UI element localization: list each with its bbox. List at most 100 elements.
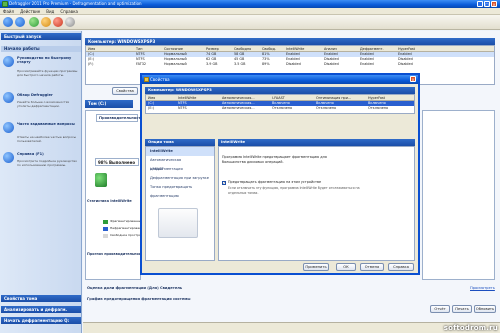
drive-illustration-icon xyxy=(158,208,198,238)
watermark: softodrom.ru xyxy=(443,324,498,332)
menu-help[interactable]: Справка xyxy=(57,8,81,15)
help-button[interactable]: Справка xyxy=(388,263,414,271)
dialog-computer-header: Компьютер: WINDOWSXPSP3 xyxy=(145,87,415,94)
quickstart-desc: Просматривайте функции программы для быс… xyxy=(17,69,78,77)
close-icon[interactable]: × xyxy=(491,1,497,7)
help-icon xyxy=(3,152,14,163)
menubar: Файл Действие Вид Справка xyxy=(0,8,500,15)
right-info-panel xyxy=(422,110,495,280)
menu-file[interactable]: Файл xyxy=(0,8,17,15)
checkbox-label: Предотвращать фрагментацию на этом устро… xyxy=(228,180,322,184)
statusbar xyxy=(83,322,500,333)
drive-status-icon xyxy=(95,173,107,187)
guide-icon xyxy=(3,56,14,67)
analyze-defrag-item[interactable]: Анализировать и дефрагм. xyxy=(1,306,81,313)
dialog-close-icon[interactable]: × xyxy=(410,76,416,82)
options-header: Опции тома xyxy=(145,139,215,146)
forward-icon[interactable] xyxy=(15,17,25,27)
properties-dialog: Свойства × Компьютер: WINDOWSXPSP3 Имя In… xyxy=(140,73,420,275)
dialog-grid: Имя IntelliWrite Автоматическая... I-FAAST О… xyxy=(145,94,415,114)
menu-action[interactable]: Действие xyxy=(17,8,43,15)
maximize-icon[interactable]: □ xyxy=(484,1,490,7)
option-prevent-frag[interactable]: Тонко предотвращать фрагментацию xyxy=(146,183,214,198)
option-intelliwrite[interactable]: IntelliWrite xyxy=(146,147,214,156)
analyze-icon[interactable] xyxy=(29,17,39,27)
detail-note: Если отключить эту функцию, программа In… xyxy=(228,186,360,195)
ok-button[interactable]: ОК xyxy=(336,263,356,271)
window-title: Defraggler 2011 Pro Premium - Defragment… xyxy=(9,1,142,6)
cell: (E:) xyxy=(148,106,154,110)
legend-free: Свободное пространство xyxy=(110,233,140,237)
window-titlebar[interactable]: Defraggler 2011 Pro Premium - Defragment… xyxy=(0,0,500,8)
overview-icon xyxy=(3,92,14,103)
legend-swatch-frag xyxy=(103,220,108,224)
cell: 3.9 GB xyxy=(206,62,218,66)
menu-view[interactable]: Вид xyxy=(43,8,57,15)
help-desc: Просмотрите подробное руководство по исп… xyxy=(17,159,77,167)
help-link[interactable]: Справка (F1) xyxy=(17,152,79,156)
legend-frag: Фрагментированные файлы xyxy=(110,219,140,223)
report-button[interactable]: Отчёт xyxy=(430,305,450,313)
cell: Disabled xyxy=(286,62,301,66)
cell: 89% xyxy=(262,62,270,66)
legend-swatch-free xyxy=(103,234,108,238)
view-link[interactable]: Просмотреть xyxy=(470,286,495,290)
faq-link[interactable]: Часто задаваемые вопросы xyxy=(17,122,79,126)
properties-button[interactable]: Свойства xyxy=(112,87,138,95)
option-boot-defrag[interactable]: Дефрагментация при загрузке xyxy=(146,174,214,183)
cell: Отключено xyxy=(368,106,389,110)
fragmentation-estimate-label: Оценка доли фрагментации (Для) Свидетель xyxy=(87,286,183,290)
cell: Enabled xyxy=(360,62,374,66)
dialog-titlebar[interactable]: Свойства xyxy=(142,75,418,84)
faq-icon xyxy=(3,122,14,133)
print-button[interactable]: Печать xyxy=(452,305,472,313)
cell: Отключено xyxy=(316,106,337,110)
volume-tab[interactable]: Том (C:) xyxy=(85,100,133,108)
cell: 3.5 GB xyxy=(234,62,246,66)
minimize-icon[interactable]: _ xyxy=(477,1,483,7)
detail-header: IntelliWrite xyxy=(218,139,415,146)
cell: Disabled xyxy=(324,62,339,66)
prevent-frag-checkbox[interactable]: ✓ xyxy=(222,181,226,185)
getting-started-header: Начало работы xyxy=(1,46,81,52)
defrag-icon[interactable] xyxy=(41,17,51,27)
volume-props-item[interactable]: Свойства тома xyxy=(1,295,81,302)
quickstart-link[interactable]: Руководство по быстрому старту xyxy=(17,56,79,64)
back-icon[interactable] xyxy=(3,17,13,27)
quick-launch-header: Быстрый запуск xyxy=(1,33,81,40)
app-icon xyxy=(2,1,8,7)
cell: Отключено xyxy=(272,106,293,110)
cell: FAT32 xyxy=(136,62,147,66)
performance-subtab[interactable]: Производительность xyxy=(96,114,143,122)
dialog-title: Свойства xyxy=(150,77,170,82)
cell: NTFS xyxy=(178,106,187,110)
dialog-icon xyxy=(144,77,149,82)
cell: Автоматическая... xyxy=(222,106,255,110)
percent-box: 98% Выполнено xyxy=(95,158,139,166)
cell: (F:) xyxy=(88,62,94,66)
overview-desc: Узнайте больше о возможностях утилиты де… xyxy=(17,100,70,108)
overview-link[interactable]: Обзор Defraggler xyxy=(17,93,79,97)
forecast-label: Прогноз производительности xyxy=(87,252,142,256)
cell: Нормальный xyxy=(164,62,187,66)
refresh-button[interactable]: Обновить xyxy=(474,305,496,313)
table-row[interactable]: (F:) FAT32 Нормальный 3.9 GB 3.5 GB 89% Disabl… xyxy=(86,62,494,67)
legend-swatch-nonfrag xyxy=(103,227,108,231)
faq-desc: Ответы на наиболее частые вопросы пользо… xyxy=(17,135,77,143)
table-row[interactable]: (E:) NTFS Автоматическая... Отключено Отключ… xyxy=(146,106,414,111)
options-list: IntelliWrite Автоматическая дефрагментац… xyxy=(145,146,215,261)
cancel-button[interactable]: Отмена xyxy=(360,263,384,271)
option-auto-defrag[interactable]: Автоматическая дефрагментация xyxy=(146,156,214,171)
settings-icon[interactable] xyxy=(65,17,75,27)
legend-nonfrag: Нефрагментированные файлы xyxy=(110,226,140,230)
percent-value: 98% xyxy=(98,160,108,165)
stop-icon[interactable] xyxy=(53,17,63,27)
intelliwrite-stats-title: Статистика IntelliWrite xyxy=(87,199,132,203)
graph-label: График предотвращения фрагментации систе… xyxy=(87,297,191,301)
computer-header: Компьютер: WINDOWSXPSP3 xyxy=(85,38,495,45)
apply-button[interactable]: Применить xyxy=(303,263,329,271)
detail-text: Программа IntelliWrite предотвращает фра… xyxy=(222,155,327,164)
start-defrag-item[interactable]: Начать дефрагментацию Q: xyxy=(1,317,81,324)
toolbar xyxy=(0,15,500,30)
cell: Disabled xyxy=(398,62,413,66)
